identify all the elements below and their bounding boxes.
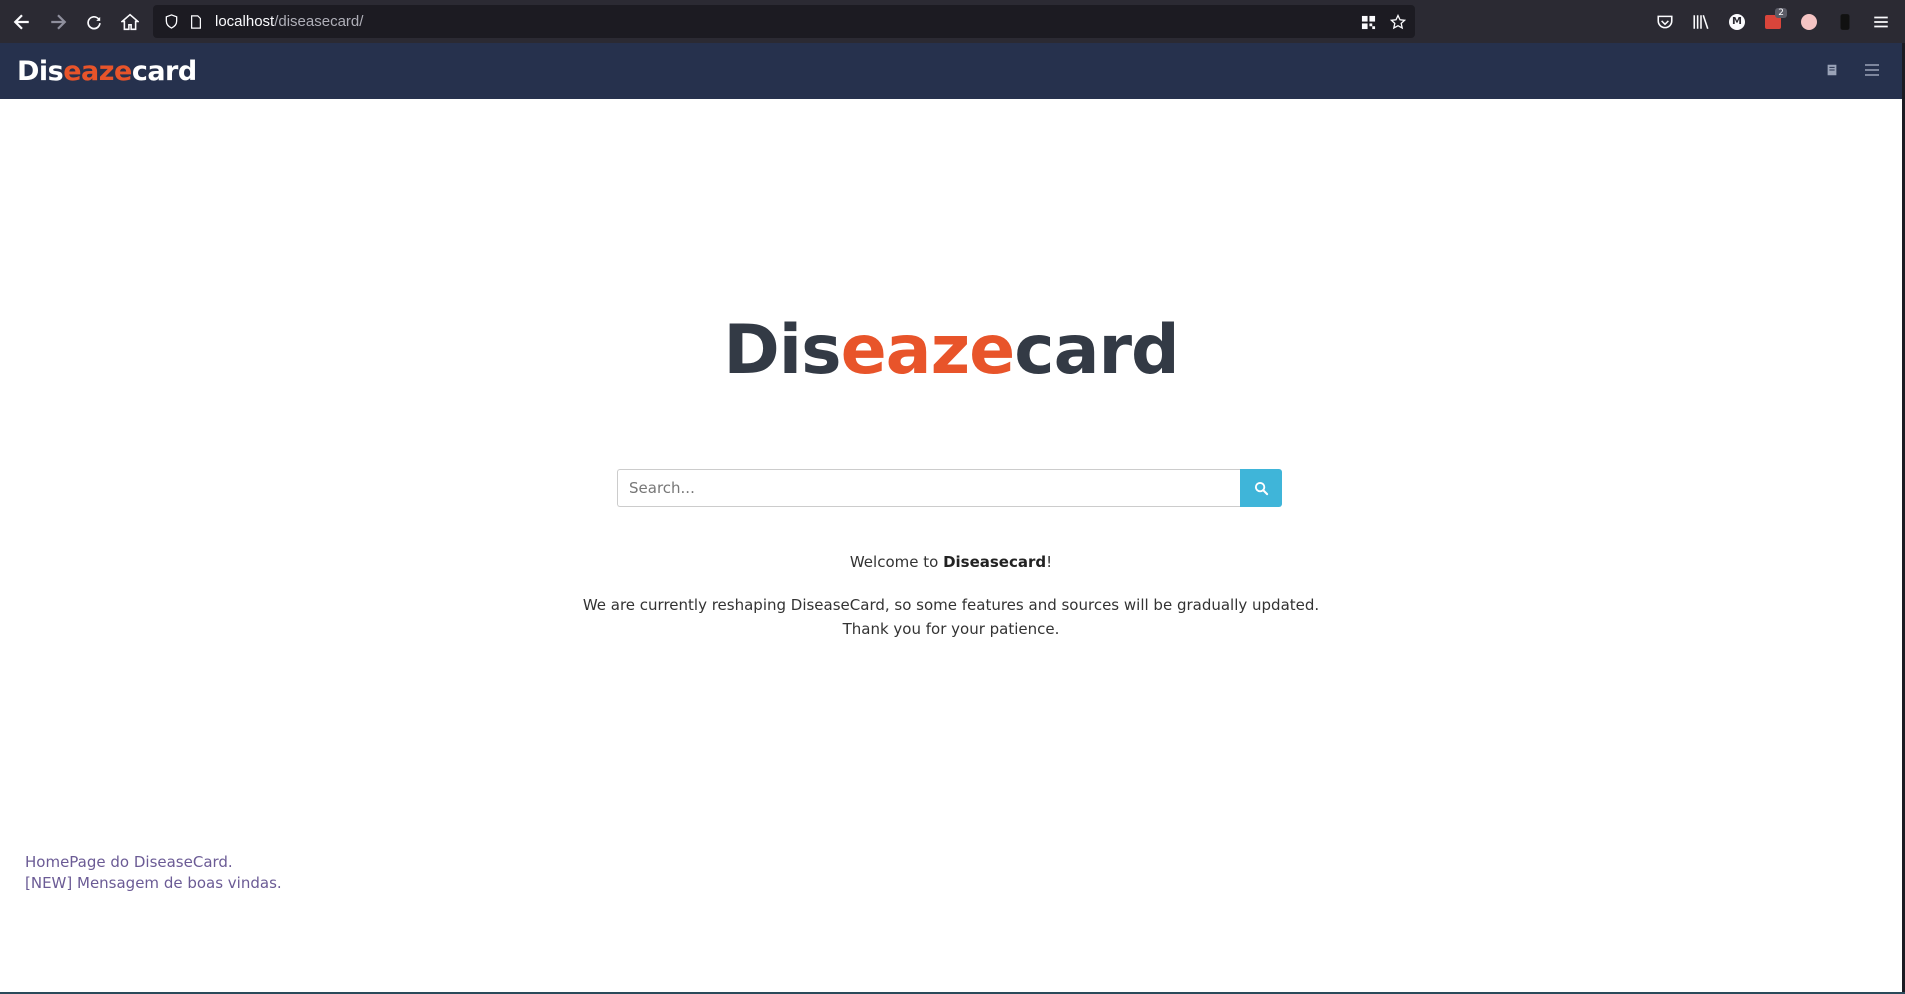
bookmark-star-icon[interactable] <box>1387 11 1409 33</box>
news-link[interactable]: HomePage do DiseaseCard. <box>25 852 282 873</box>
logo-part2: eaze <box>63 55 132 87</box>
hamburger-menu-icon[interactable] <box>1862 59 1882 81</box>
hero-logo-part1: Dis <box>723 311 841 390</box>
welcome-prefix: Welcome to <box>849 553 944 571</box>
profile-dot-icon[interactable] <box>1793 6 1825 38</box>
news-link[interactable]: [NEW] Mensagem de boas vindas. <box>25 873 282 894</box>
welcome-brand: Diseasecard <box>943 553 1047 571</box>
back-arrow-icon[interactable] <box>4 4 40 40</box>
library-icon[interactable] <box>1685 6 1717 38</box>
search-button[interactable] <box>1240 469 1282 507</box>
small-extension-icon[interactable] <box>1829 6 1861 38</box>
news-list: HomePage do DiseaseCard. [NEW] Mensagem … <box>25 852 282 894</box>
extension-badge: 2 <box>1775 7 1787 18</box>
hero-logo: Diseazecard <box>0 311 1902 390</box>
search-input[interactable] <box>617 469 1240 507</box>
book-icon[interactable] <box>1822 59 1842 81</box>
forward-arrow-icon[interactable] <box>40 4 76 40</box>
app-menu-icon[interactable] <box>1865 6 1897 38</box>
site-navbar: Diseazecard <box>0 43 1902 99</box>
pink-dot <box>1801 13 1817 30</box>
hero-logo-part2: eaze <box>840 311 1016 390</box>
welcome-suffix: ! <box>1046 553 1053 571</box>
m-extension-icon[interactable]: M <box>1721 6 1753 38</box>
pocket-icon[interactable] <box>1649 6 1681 38</box>
notice-line2: Thank you for your patience. <box>842 620 1060 638</box>
shield-icon[interactable] <box>161 12 181 32</box>
welcome-text: Welcome to Diseasecard! <box>0 553 1902 571</box>
url-bar[interactable]: localhost/diseasecard/ <box>153 5 1415 38</box>
navbar-logo[interactable]: Diseazecard <box>17 56 197 87</box>
red-extension-icon[interactable]: 2 <box>1757 6 1789 38</box>
browser-toolbar: localhost/diseasecard/ M 2 <box>0 0 1905 43</box>
url-path: /diseasecard/ <box>274 13 364 30</box>
notice-text: We are currently reshaping DiseaseCard, … <box>0 593 1902 641</box>
grid-icon[interactable] <box>1357 11 1379 33</box>
page-viewport: Diseazecard Diseazecard Welcome to Disea… <box>0 43 1902 992</box>
logo-part1: Dis <box>17 55 64 87</box>
page-icon[interactable] <box>187 13 205 31</box>
search-icon <box>1254 481 1268 495</box>
search-group <box>617 469 1282 507</box>
home-icon[interactable] <box>112 4 148 40</box>
hero-logo-part3: card <box>1014 311 1179 390</box>
notice-line1: We are currently reshaping DiseaseCard, … <box>582 596 1320 614</box>
logo-part3: card <box>131 55 197 87</box>
url-text[interactable]: localhost/diseasecard/ <box>215 13 363 30</box>
reload-icon[interactable] <box>76 4 112 40</box>
url-host: localhost <box>215 13 275 30</box>
